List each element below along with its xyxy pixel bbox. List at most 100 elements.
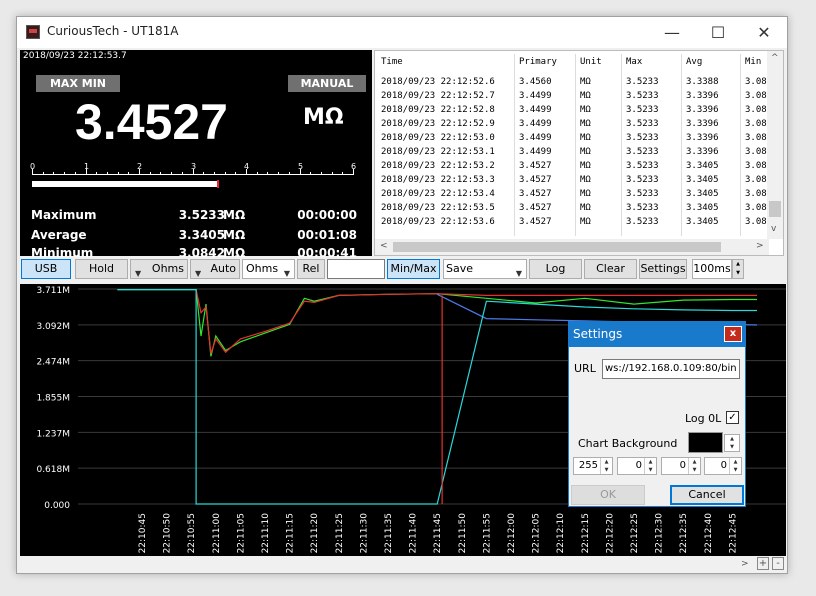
maximize-button[interactable]: ☐: [695, 17, 741, 48]
cancel-button[interactable]: Cancel: [670, 485, 744, 505]
interval-spinner[interactable]: ▲ ▼: [732, 259, 744, 279]
color-blue-spinner[interactable]: 0 ▲ ▼: [661, 457, 701, 475]
scroll-thumb[interactable]: [393, 242, 721, 252]
scale-tick: [53, 172, 55, 175]
unit-select[interactable]: Ohms ▼: [242, 259, 295, 279]
stat-label: Average: [31, 228, 87, 242]
scroll-left-icon[interactable]: <: [380, 241, 388, 251]
table-row[interactable]: 2018/09/23 22:12:53.1 3.4499 MΩ 3.5233 3.339…: [375, 146, 769, 160]
table-cell: 3.08: [745, 119, 767, 129]
column-header[interactable]: Primary: [519, 57, 557, 67]
table-row[interactable]: 2018/09/23 22:12:53.4 3.4527 MΩ 3.5233 3.340…: [375, 188, 769, 202]
stat-unit: MΩ: [223, 246, 246, 260]
color-alpha-spinner[interactable]: 0 ▲ ▼: [704, 457, 742, 475]
clear-button[interactable]: Clear: [584, 259, 637, 279]
chart-horizontal-scrollbar[interactable]: > + -: [20, 557, 786, 573]
scale-tick: [128, 172, 130, 175]
table-cell: 2018/09/23 22:12:53.5: [381, 203, 495, 213]
table-cell: 2018/09/23 22:12:52.7: [381, 91, 495, 101]
bargraph: [32, 180, 353, 188]
table-row[interactable]: 2018/09/23 22:12:52.8 3.4499 MΩ 3.5233 3.339…: [375, 104, 769, 118]
scroll-up-icon[interactable]: ^: [771, 53, 779, 63]
x-tick-label: 22:11:30: [359, 513, 369, 554]
stat-time: 00:01:08: [297, 228, 357, 242]
table-cell: 3.5233: [626, 77, 659, 87]
table-cell: MΩ: [580, 105, 591, 115]
table-cell: 3.08: [745, 161, 767, 171]
table-cell: 3.08: [745, 189, 767, 199]
minmax-button[interactable]: Min/Max: [387, 259, 440, 279]
table-cell: MΩ: [580, 147, 591, 157]
table-cell: MΩ: [580, 77, 591, 87]
table-cell: 3.3396: [686, 119, 719, 129]
close-button[interactable]: ✕: [741, 17, 787, 48]
color-green-spinner[interactable]: 0 ▲ ▼: [617, 457, 657, 475]
x-tick-label: 22:12:35: [679, 513, 689, 553]
settings-button[interactable]: Settings: [639, 259, 687, 279]
table-cell: MΩ: [580, 203, 591, 213]
column-header[interactable]: Min: [745, 57, 761, 67]
table-cell: 2018/09/23 22:12:53.6: [381, 217, 495, 227]
scroll-thumb[interactable]: [769, 201, 781, 217]
scroll-right-icon[interactable]: >: [756, 241, 764, 251]
stat-unit: MΩ: [223, 208, 246, 222]
table-cell: 3.4527: [519, 217, 552, 227]
minimize-button[interactable]: —: [649, 17, 695, 48]
ok-button[interactable]: OK: [571, 485, 645, 505]
zoom-out-button[interactable]: -: [772, 557, 784, 570]
table-horizontal-scrollbar[interactable]: < >: [375, 239, 769, 255]
table-vertical-scrollbar[interactable]: ^ v: [767, 51, 783, 239]
x-tick-label: 22:11:00: [212, 513, 222, 554]
mode-badge: MAX MIN: [36, 75, 120, 92]
rel-button[interactable]: Rel: [297, 259, 325, 279]
column-header[interactable]: Max: [626, 57, 642, 67]
url-input[interactable]: ws://192.168.0.109:80/bin: [602, 359, 740, 379]
table-row[interactable]: 2018/09/23 22:12:53.5 3.4527 MΩ 3.5233 3.340…: [375, 202, 769, 216]
interval-field[interactable]: 100ms: [692, 259, 732, 279]
toolbar: USB Hold ▼ Ohms ▼ Auto Ohms ▼ Rel Min/Ma…: [20, 259, 786, 281]
scroll-right-icon[interactable]: >: [741, 559, 749, 569]
spinner-arrows-icon: ▲ ▼: [730, 436, 734, 450]
meter-display: 2018/09/23 22:12:53.7 MAX MIN MANUAL 3.4…: [20, 50, 372, 260]
column-header[interactable]: Avg: [686, 57, 702, 67]
url-label: URL: [574, 362, 596, 375]
table-cell: 3.4499: [519, 147, 552, 157]
dialog-title[interactable]: Settings: [569, 322, 745, 347]
table-row[interactable]: 2018/09/23 22:12:52.6 3.4560 MΩ 3.5233 3.338…: [375, 76, 769, 90]
save-select[interactable]: Save ▼: [443, 259, 527, 279]
scale-tick: [96, 172, 98, 175]
scale-tick: [310, 172, 312, 175]
table-row[interactable]: 2018/09/23 22:12:53.2 3.4527 MΩ 3.5233 3.340…: [375, 160, 769, 174]
table-row[interactable]: 2018/09/23 22:12:53.0 3.4499 MΩ 3.5233 3.339…: [375, 132, 769, 146]
table-row[interactable]: 2018/09/23 22:12:53.3 3.4527 MΩ 3.5233 3.340…: [375, 174, 769, 188]
range-select[interactable]: ▼ Auto: [190, 259, 240, 279]
title-bar[interactable]: CuriousTech - UT181A — ☐ ✕: [17, 17, 787, 48]
log-button[interactable]: Log: [529, 259, 582, 279]
log0l-checkbox[interactable]: ✓: [726, 411, 739, 424]
column-header[interactable]: Unit: [580, 57, 602, 67]
table-cell: 3.5233: [626, 175, 659, 185]
dialog-close-button[interactable]: x: [724, 326, 742, 342]
column-header[interactable]: Time: [381, 57, 403, 67]
stat-row-minimum: Minimum 3.0842 MΩ 00:00:41: [20, 246, 372, 260]
rel-value-input[interactable]: [327, 259, 385, 279]
color-red-spinner[interactable]: 255 ▲ ▼: [573, 457, 613, 475]
swatch-spinner[interactable]: ▲ ▼: [724, 434, 740, 452]
log-table[interactable]: Time Primary Unit Max Avg Min 2018/09/23…: [374, 50, 784, 256]
table-row[interactable]: 2018/09/23 22:12:52.9 3.4499 MΩ 3.5233 3.339…: [375, 118, 769, 132]
app-icon: [26, 25, 40, 39]
scale-tick: [117, 172, 119, 175]
stat-label: Maximum: [31, 208, 97, 222]
table-cell: 3.08: [745, 217, 767, 227]
table-cell: 3.4527: [519, 175, 552, 185]
scroll-down-icon[interactable]: v: [771, 224, 776, 234]
chart-background-swatch[interactable]: [688, 432, 723, 453]
hold-button[interactable]: Hold: [75, 259, 128, 279]
zoom-in-button[interactable]: +: [757, 557, 769, 570]
scale-tick: [213, 172, 215, 175]
usb-button[interactable]: USB: [21, 259, 71, 279]
mode-select[interactable]: ▼ Ohms: [130, 259, 188, 279]
table-row[interactable]: 2018/09/23 22:12:52.7 3.4499 MΩ 3.5233 3.339…: [375, 90, 769, 104]
table-row[interactable]: 2018/09/23 22:12:53.6 3.4527 MΩ 3.5233 3.340…: [375, 216, 769, 230]
table-cell: 2018/09/23 22:12:52.6: [381, 77, 495, 87]
